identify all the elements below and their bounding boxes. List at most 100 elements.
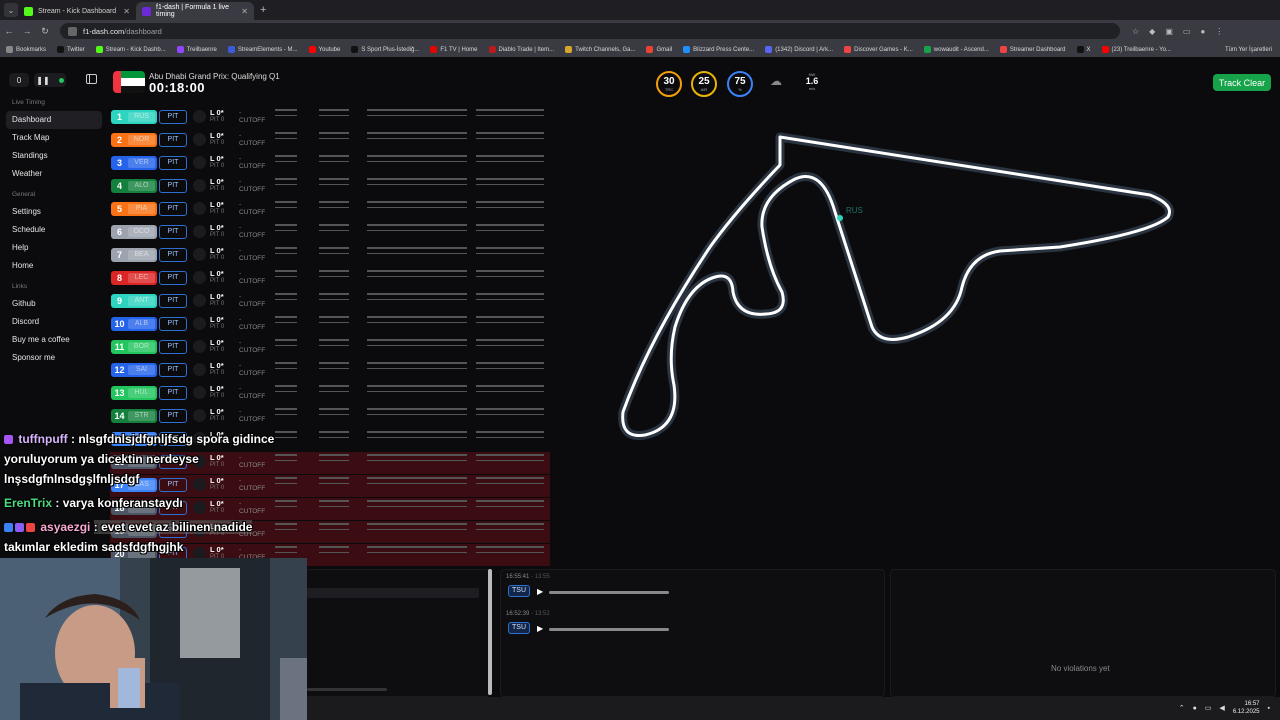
play-icon[interactable]: ▶ — [537, 587, 543, 596]
volume-icon[interactable]: ◀ — [1219, 704, 1224, 712]
site-info-icon[interactable] — [68, 26, 77, 36]
pit-button[interactable]: PIT — [159, 156, 187, 170]
reload-icon[interactable]: ↻ — [36, 26, 54, 37]
sidebar-item-weather[interactable]: Weather — [6, 165, 102, 183]
pit-button[interactable]: PIT — [159, 202, 187, 216]
playback-control[interactable]: ❚❚ — [34, 73, 66, 87]
bookmark-item[interactable]: Treilbaenre — [176, 46, 217, 53]
pit-button[interactable]: PIT — [159, 225, 187, 239]
bookmark-item[interactable]: Bookmarks — [6, 46, 46, 53]
driver-row[interactable]: 11 BOR PIT L 0* PIT 0- CUTOFF — [110, 337, 550, 359]
back-icon[interactable]: ← — [0, 26, 18, 36]
sidebar-item-sponsor-me[interactable]: Sponsor me — [6, 349, 102, 367]
bookmark-item[interactable]: Discover Games - K... — [844, 46, 913, 53]
bookmark-item[interactable]: Stream - Kick Dashb... — [95, 46, 166, 53]
radio-progress-bar[interactable] — [549, 628, 669, 631]
notification-icon[interactable]: ▪ — [1268, 705, 1270, 712]
track-status-badge: Track Clear — [1213, 74, 1271, 91]
bookmark-item[interactable]: Twitch Channels, Ga... — [565, 46, 635, 53]
sidebar-item-standings[interactable]: Standings — [6, 147, 102, 165]
driver-row[interactable]: 8 LEC PIT L 0* PIT 0 - CUTOFF — [110, 268, 550, 290]
driver-row[interactable]: 13 HUL PIT L 0* PIT 0- CUTOFF — [110, 383, 550, 405]
driver-row[interactable]: 3 VER PIT L 0* PIT 0 - CUTOFF — [110, 153, 550, 175]
placeholder-line — [319, 413, 349, 415]
driver-row[interactable]: 6 OCO PIT L 0* PIT 0 - CUTOFF — [110, 222, 550, 244]
bookmark-item[interactable]: Gmail — [646, 46, 672, 53]
pit-button[interactable]: PIT — [159, 271, 187, 285]
panel-divider-handle[interactable] — [488, 569, 492, 695]
sidebar-item-help[interactable]: Help — [6, 239, 102, 257]
close-tab-icon[interactable]: ✕ — [123, 7, 130, 16]
pit-button[interactable]: PIT — [159, 110, 187, 124]
pit-button[interactable]: PIT — [159, 409, 187, 423]
driver-row[interactable]: 9 ANT PIT L 0* PIT 0 - CUTOFF — [110, 291, 550, 313]
pit-button[interactable]: PIT — [159, 317, 187, 331]
tab-f1-dash[interactable]: f1-dash | Formula 1 live timing ✕ — [136, 2, 254, 20]
bookmark-item[interactable]: F1 TV | Home — [430, 46, 478, 53]
sidebar-item-home[interactable]: Home — [6, 257, 102, 275]
pit-button[interactable]: PIT — [159, 363, 187, 377]
driver-row[interactable]: 17 GAS PIT L 0* PIT 0- CUTOFF — [110, 475, 550, 497]
pause-icon[interactable]: ❚❚ — [36, 76, 49, 85]
clock[interactable]: 16:57 6.12.2025 — [1233, 700, 1260, 716]
bookmark-item[interactable]: (1342) Discord | Ark... — [765, 46, 833, 53]
placeholder-line — [367, 132, 467, 134]
driver-row[interactable]: 7 BEA PIT L 0* PIT 0 - CUTOFF — [110, 245, 550, 267]
menu-kebab-icon[interactable]: ⋮ — [1215, 27, 1223, 36]
bookmark-item[interactable]: X — [1076, 46, 1091, 53]
bookmark-item[interactable]: Diablo Trade | Item... — [488, 46, 554, 53]
driver-row[interactable]: 10 ALB PIT L 0* PIT 0- CUTOFF — [110, 314, 550, 336]
tab-search-icon[interactable]: ⌄ — [4, 3, 18, 17]
driver-row[interactable]: 4 ALO PIT L 0* PIT 0 - CUTOFF — [110, 176, 550, 198]
driver-row[interactable]: 2 NOR PIT L 0* PIT 0 - CUTOFF — [110, 130, 550, 152]
all-bookmarks-button[interactable]: Tüm Yer İşaretleri — [1225, 47, 1272, 53]
sidebar-item-discord[interactable]: Discord — [6, 313, 102, 331]
pit-button[interactable]: PIT — [159, 386, 187, 400]
bookmark-item[interactable]: (23) Treilbaenre - Yo... — [1101, 46, 1171, 53]
close-tab-icon[interactable]: ✕ — [241, 7, 248, 16]
gap-cutoff: -CUTOFF — [239, 155, 265, 171]
sidebar-item-github[interactable]: Github — [6, 295, 102, 313]
sidebar-item-schedule[interactable]: Schedule — [6, 221, 102, 239]
bookmark-item[interactable]: StreamElements - M... — [227, 46, 298, 53]
extension-icon[interactable]: ◆ — [1149, 27, 1155, 36]
sidebar-toggle-icon[interactable] — [86, 74, 97, 84]
placeholder-line — [367, 528, 467, 530]
pit-button[interactable]: PIT — [159, 248, 187, 262]
play-icon[interactable]: ▶ — [537, 624, 543, 633]
bookmark-item[interactable]: Twitter — [57, 46, 85, 53]
sidepanel-icon[interactable]: ▭ — [1183, 27, 1191, 36]
new-tab-icon[interactable]: + — [260, 4, 266, 16]
bookmark-item[interactable]: Streamer Dashboard — [999, 46, 1066, 53]
sidebar-item-track-map[interactable]: Track Map — [6, 129, 102, 147]
pit-button[interactable]: PIT — [159, 340, 187, 354]
driver-row[interactable]: 12 SAI PIT L 0* PIT 0- CUTOFF — [110, 360, 550, 382]
pit-button[interactable]: PIT — [159, 133, 187, 147]
placeholder-line — [275, 206, 297, 208]
driver-row[interactable]: 1 RUS PIT L 0* PIT 0 - CUTOFF — [110, 107, 550, 129]
mic-icon[interactable]: ● — [1193, 705, 1197, 712]
forward-icon[interactable]: → — [18, 26, 36, 36]
network-icon[interactable]: ▭ — [1205, 704, 1212, 712]
radio-progress-bar[interactable] — [549, 591, 669, 594]
bookmark-item[interactable]: S Sport Plus-İstediğ... — [351, 46, 419, 53]
pit-button[interactable]: PIT — [159, 478, 187, 492]
sidebar-item-settings[interactable]: Settings — [6, 203, 102, 221]
delay-counter[interactable]: 0 — [9, 73, 29, 87]
profile-icon[interactable]: ● — [1200, 27, 1205, 36]
driver-row[interactable]: 14 STR PIT L 0* PIT 0- CUTOFF — [110, 406, 550, 428]
url-input[interactable]: f1-dash.com/dashboard — [60, 23, 1120, 39]
driver-row[interactable]: 5 PIA PIT L 0* PIT 0 - CUTOFF — [110, 199, 550, 221]
bookmark-item[interactable]: wowaudit - Ascend... — [923, 46, 989, 53]
bookmark-item[interactable]: Youtube — [308, 46, 340, 53]
star-icon[interactable]: ☆ — [1132, 27, 1139, 36]
sidebar-item-buy-me-a-coffee[interactable]: Buy me a coffee — [6, 331, 102, 349]
extensions-puzzle-icon[interactable]: ▣ — [1165, 27, 1173, 36]
pit-button[interactable]: PIT — [159, 294, 187, 308]
panel-scroll-bar[interactable] — [307, 688, 387, 691]
bookmark-item[interactable]: Blizzard Press Cente... — [683, 46, 754, 53]
tray-chevron-icon[interactable]: ⌃ — [1179, 704, 1185, 712]
tab-kick-dashboard[interactable]: Stream - Kick Dashboard ✕ — [18, 2, 136, 20]
pit-button[interactable]: PIT — [159, 179, 187, 193]
sidebar-item-dashboard[interactable]: Dashboard — [6, 111, 102, 129]
